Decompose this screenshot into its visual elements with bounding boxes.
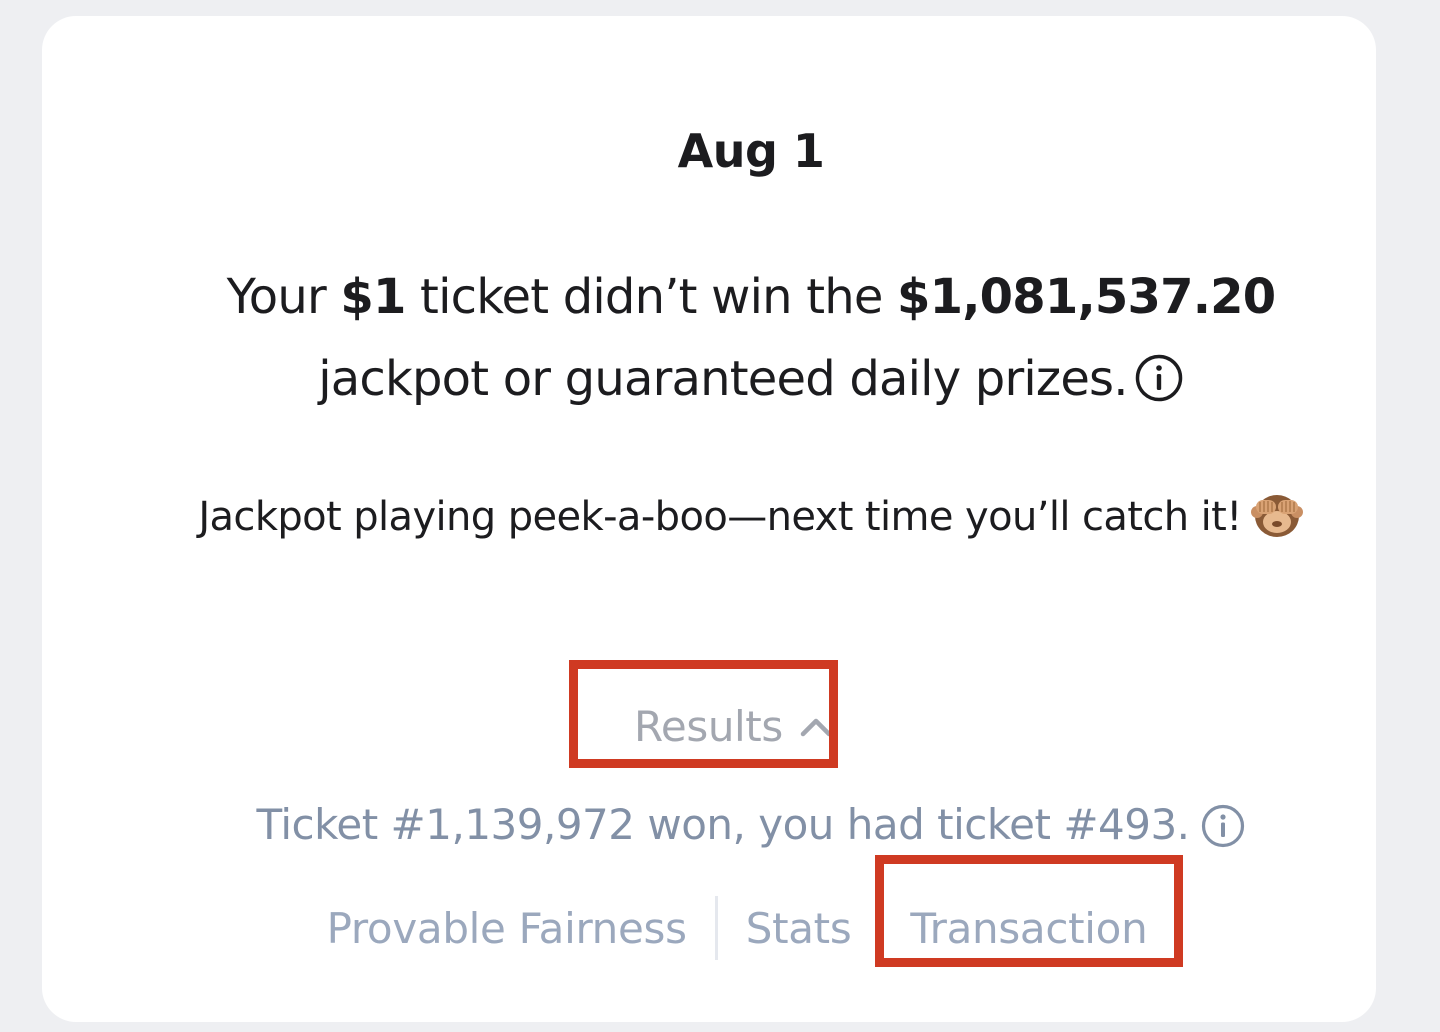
jackpot-amount: $1,081,537.20 xyxy=(897,269,1276,325)
results-label: Results xyxy=(634,702,783,751)
consolation-message: Jackpot playing peek-a-boo—next time you… xyxy=(162,482,1340,552)
chevron-up-icon xyxy=(800,718,832,736)
winning-ticket-text: Ticket #1,139,972 won, you had ticket #4… xyxy=(256,800,1190,849)
headline-text-3: jackpot or guaranteed daily prizes. xyxy=(318,351,1128,407)
see-no-evil-monkey-icon xyxy=(1250,486,1304,540)
stats-link[interactable]: Stats xyxy=(718,904,880,953)
draw-date: Aug 1 xyxy=(677,124,825,178)
transaction-link[interactable]: Transaction xyxy=(882,904,1175,953)
headline-text-2: ticket didn’t win the xyxy=(405,269,898,325)
provable-fairness-link[interactable]: Provable Fairness xyxy=(327,904,715,953)
ticket-info-icon[interactable] xyxy=(1200,803,1246,849)
headline-text-1: Your xyxy=(226,269,341,325)
result-headline: Your $1 ticket didn’t win the $1,081,537… xyxy=(162,256,1340,420)
ticket-price: $1 xyxy=(340,269,406,325)
consolation-text: Jackpot playing peek-a-boo—next time you… xyxy=(198,494,1242,540)
result-card: Aug 1 Your $1 ticket didn’t win the $1,0… xyxy=(42,16,1376,1022)
results-toggle-button[interactable]: Results xyxy=(634,702,833,751)
info-icon[interactable] xyxy=(1134,353,1184,403)
winning-ticket-info: Ticket #1,139,972 won, you had ticket #4… xyxy=(42,800,1440,851)
card-footer-links: Provable Fairness Stats Transaction xyxy=(42,896,1440,960)
